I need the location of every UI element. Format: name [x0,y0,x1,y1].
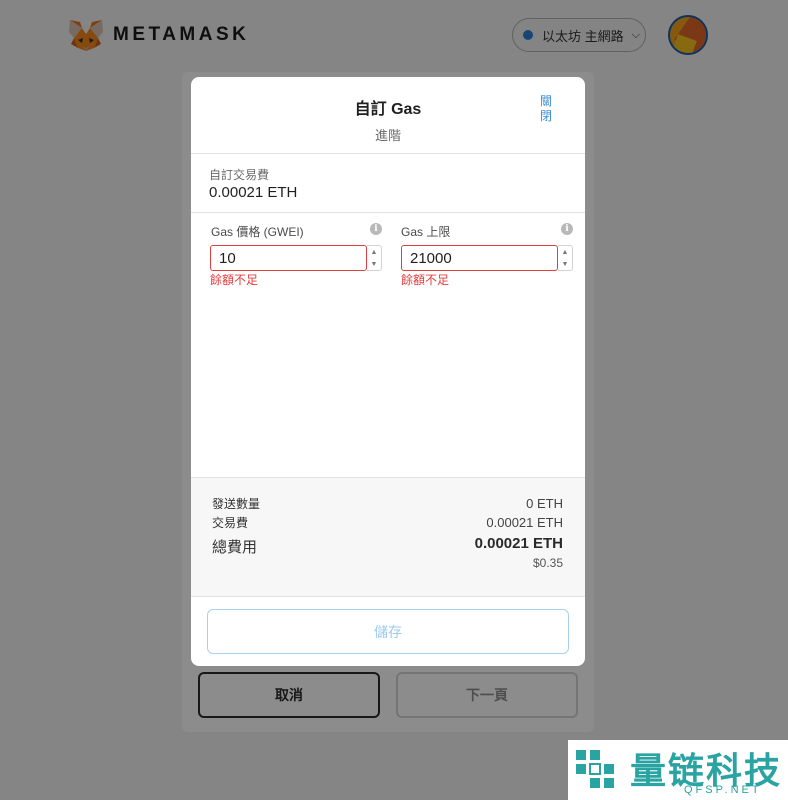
gas-limit-input[interactable] [401,245,558,271]
total-value: 0.00021 ETH [474,535,563,552]
fee-summary: 發送數量 0 ETH 交易費 0.00021 ETH 總費用 0.00021 E… [191,478,585,596]
close-link[interactable]: 關閉 [540,94,554,124]
gas-price-label: Gas 價格 (GWEI) [211,225,304,239]
divider [191,153,585,154]
custom-gas-modal: 自訂 Gas 進階 關閉 自訂交易費 0.00021 ETH Gas 價格 (G… [191,77,585,666]
decrement-icon[interactable]: ▼ [558,258,572,270]
increment-icon[interactable]: ▲ [558,246,572,258]
gas-limit-stepper: ▲ ▼ [558,245,573,271]
modal-title: 自訂 Gas [354,101,422,118]
custom-fee-value: 0.00021 ETH [209,184,298,201]
info-icon[interactable]: i [370,223,382,235]
tx-fee-value: 0.00021 ETH [486,515,563,530]
send-amount-value: 0 ETH [526,496,563,511]
watermark: 量链科技 QFSP.NET [568,740,788,800]
decrement-icon[interactable]: ▼ [367,258,381,270]
gas-price-stepper: ▲ ▼ [367,245,382,271]
gas-price-input[interactable] [210,245,367,271]
divider [191,212,585,213]
advanced-tab[interactable]: 進階 [191,125,585,144]
gas-price-field: ▲ ▼ [210,245,383,271]
divider [191,596,585,597]
increment-icon[interactable]: ▲ [367,246,381,258]
total-usd: $0.35 [532,556,563,570]
custom-fee-label: 自訂交易費 [209,168,270,182]
gas-limit-error: 餘額不足 [401,273,450,287]
tx-fee-label: 交易費 [212,516,249,530]
gas-price-error: 餘額不足 [210,273,259,287]
watermark-logo-icon [576,750,614,788]
save-button[interactable]: 儲存 [207,609,569,654]
info-icon[interactable]: i [561,223,573,235]
gas-limit-field: ▲ ▼ [401,245,574,271]
total-label: 總費用 [212,539,258,556]
send-amount-label: 發送數量 [212,497,261,511]
gas-limit-label: Gas 上限 [401,225,451,239]
watermark-url: QFSP.NET [684,784,762,796]
